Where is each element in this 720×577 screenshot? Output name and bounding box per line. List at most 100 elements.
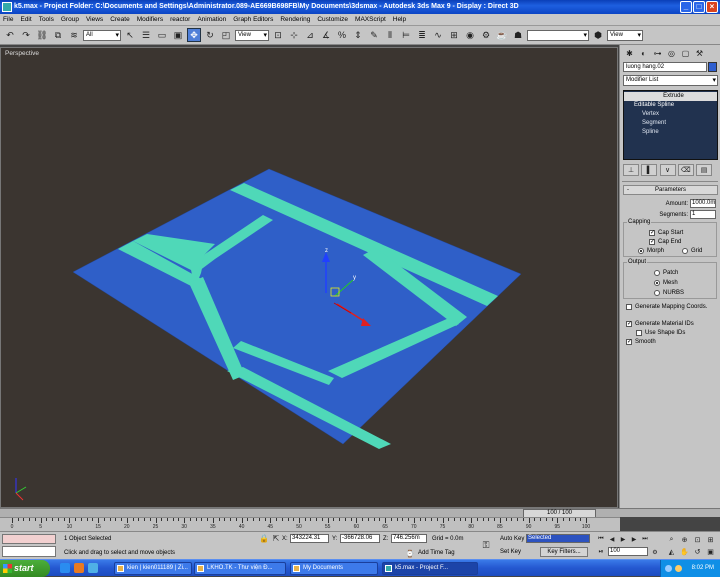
stack-item-editable-spline[interactable]: Editable Spline — [624, 101, 717, 110]
menu-animation[interactable]: Animation — [197, 16, 226, 23]
previous-frame-icon[interactable]: ◀ — [607, 534, 617, 544]
patch-dot[interactable] — [654, 270, 660, 276]
configure-modifier-sets-icon[interactable]: ▤ — [696, 164, 712, 176]
window-crossing-icon[interactable]: ▣ — [171, 28, 185, 42]
selection-filter-dropdown[interactable]: All — [83, 29, 121, 41]
menu-help[interactable]: Help — [393, 16, 406, 23]
stack-item-extrude[interactable]: Extrude — [624, 92, 717, 101]
hierarchy-tab-icon[interactable]: ⊶ — [651, 47, 664, 59]
current-frame-field[interactable]: 100 — [608, 547, 648, 556]
maximize-viewport-icon[interactable]: ▣ — [705, 546, 716, 557]
move-icon[interactable]: ✥ — [187, 28, 201, 42]
render-last-icon[interactable]: ☗ — [511, 28, 525, 42]
maximize-button[interactable]: □ — [693, 1, 705, 13]
maxscript-listener-mini[interactable] — [2, 534, 56, 544]
stack-item-spline[interactable]: Spline — [624, 128, 717, 137]
modifier-stack[interactable]: Extrude Editable Spline Vertex Segment S… — [623, 90, 718, 160]
amount-spinner[interactable]: 1000.0m — [690, 199, 716, 208]
scale-icon[interactable]: ◰ — [219, 28, 233, 42]
show-end-result-icon[interactable]: ▌ — [641, 164, 658, 176]
ie-quicklaunch-icon[interactable] — [60, 563, 70, 573]
zoom-extents-icon[interactable]: ⊡ — [692, 534, 703, 545]
patch-radio[interactable]: Patch — [654, 268, 678, 278]
nurbs-radio[interactable]: NURBS — [654, 288, 684, 298]
select-manipulate-icon[interactable]: ⊹ — [287, 28, 301, 42]
cap-start-checkbox[interactable]: ✓ Cap Start — [624, 228, 716, 237]
morph-dot[interactable] — [638, 248, 644, 254]
grid-radio[interactable]: Grid — [682, 246, 702, 256]
close-button[interactable]: × — [706, 1, 718, 13]
key-filters-button[interactable]: Key Filters... — [540, 547, 588, 557]
zoom-all-icon[interactable]: ⊕ — [679, 534, 690, 545]
display-tab-icon[interactable]: ▢ — [679, 47, 692, 59]
motion-tab-icon[interactable]: ◎ — [665, 47, 678, 59]
stack-item-vertex[interactable]: Vertex — [624, 110, 717, 119]
auto-key-label[interactable]: Auto Key — [500, 536, 524, 542]
spinner-snap-icon[interactable]: ⇕ — [351, 28, 365, 42]
taskbar-item-kien[interactable]: kien | kien011189 | Zi... — [114, 562, 192, 575]
select-object-icon[interactable]: ↖ — [123, 28, 137, 42]
select-link-icon[interactable]: ⛓ — [35, 28, 49, 42]
key-mode-dropdown[interactable]: Selected — [526, 534, 590, 543]
menu-edit[interactable]: Edit — [20, 16, 31, 23]
gen-mapping-checkbox[interactable]: Generate Mapping Coords. — [626, 302, 720, 311]
menu-file[interactable]: File — [3, 16, 13, 23]
zoom-icon[interactable]: ⌕ — [666, 534, 677, 545]
rect-selection-icon[interactable]: ▭ — [155, 28, 169, 42]
smooth-checkbox[interactable]: ✓ Smooth — [626, 337, 720, 346]
quick-render-icon[interactable]: ☕ — [495, 28, 509, 42]
taskbar-item-my-documents[interactable]: My Documents — [290, 562, 378, 575]
set-key-label[interactable]: Set Key — [500, 549, 521, 555]
object-color-swatch[interactable] — [708, 62, 717, 72]
time-slider-track[interactable]: 100 / 100 — [0, 508, 720, 518]
utilities-tab-icon[interactable]: ⚒ — [693, 47, 706, 59]
create-tab-icon[interactable]: ✱ — [623, 47, 636, 59]
stack-item-segment[interactable]: Segment — [624, 119, 717, 128]
render-type-icon[interactable]: ⬢ — [591, 28, 605, 42]
arc-rotate-icon[interactable]: ↺ — [692, 546, 703, 557]
menu-tools[interactable]: Tools — [39, 16, 54, 23]
named-selection-icon[interactable]: ✎ — [367, 28, 381, 42]
percent-snap-icon[interactable]: % — [335, 28, 349, 42]
field-of-view-icon[interactable]: ◭ — [666, 546, 677, 557]
bind-space-warp-icon[interactable]: ≋ — [67, 28, 81, 42]
align-icon[interactable]: ⊨ — [399, 28, 413, 42]
track-bar[interactable]: 0 5 10 15 20 25 30 35 40 45 50 55 60 65 70 75 80 85 90 95 10… — [0, 517, 620, 531]
key-icon[interactable]: ⚿ — [478, 538, 494, 552]
mesh-dot[interactable] — [654, 280, 660, 286]
add-time-tag[interactable]: Add Time Tag — [418, 550, 455, 556]
time-config-icon[interactable]: ⚙ — [650, 547, 660, 557]
y-coordinate-field[interactable]: -366728.06 — [340, 534, 380, 543]
menu-create[interactable]: Create — [110, 16, 130, 23]
menu-graph-editors[interactable]: Graph Editors — [233, 16, 273, 23]
menu-reactor[interactable]: reactor — [170, 16, 190, 23]
menu-rendering[interactable]: Rendering — [280, 16, 310, 23]
smooth-box[interactable]: ✓ — [626, 338, 632, 345]
network-icon[interactable] — [665, 565, 672, 572]
modify-tab-icon[interactable]: ◐ — [637, 47, 650, 59]
material-editor-icon[interactable]: ◉ — [463, 28, 477, 42]
use-shape-checkbox[interactable]: Use Shape IDs — [626, 328, 720, 337]
schematic-view-icon[interactable]: ⊞ — [447, 28, 461, 42]
object-name-field[interactable]: luong hang.02 — [623, 62, 707, 72]
parameters-rollout[interactable]: Parameters — [623, 185, 718, 195]
maxscript-input-mini[interactable] — [2, 546, 56, 557]
use-shape-box[interactable] — [636, 329, 642, 336]
menu-customize[interactable]: Customize — [317, 16, 348, 23]
time-tag-icon[interactable]: ⌚ — [404, 548, 416, 559]
gen-mapping-box[interactable] — [626, 303, 632, 310]
rotate-icon[interactable]: ↻ — [203, 28, 217, 42]
gen-material-checkbox[interactable]: ✓ Generate Material IDs — [626, 319, 720, 328]
redo-icon[interactable]: ↷ — [19, 28, 33, 42]
lock-selection-icon[interactable]: 🔒 — [258, 533, 270, 544]
menu-maxscript[interactable]: MAXScript — [355, 16, 386, 23]
mirror-icon[interactable]: ⫴ — [383, 28, 397, 42]
menu-group[interactable]: Group — [61, 16, 79, 23]
pin-stack-icon[interactable]: ⊥ — [623, 164, 639, 176]
taskbar-item-3dsmax[interactable]: k5.max - Project F... — [382, 562, 478, 575]
unlink-icon[interactable]: ⧉ — [51, 28, 65, 42]
next-frame-icon[interactable]: ▶ — [629, 534, 639, 544]
firefox-quicklaunch-icon[interactable] — [74, 563, 84, 573]
remove-modifier-icon[interactable]: ⌫ — [677, 164, 694, 176]
start-button[interactable]: start — [0, 560, 50, 577]
